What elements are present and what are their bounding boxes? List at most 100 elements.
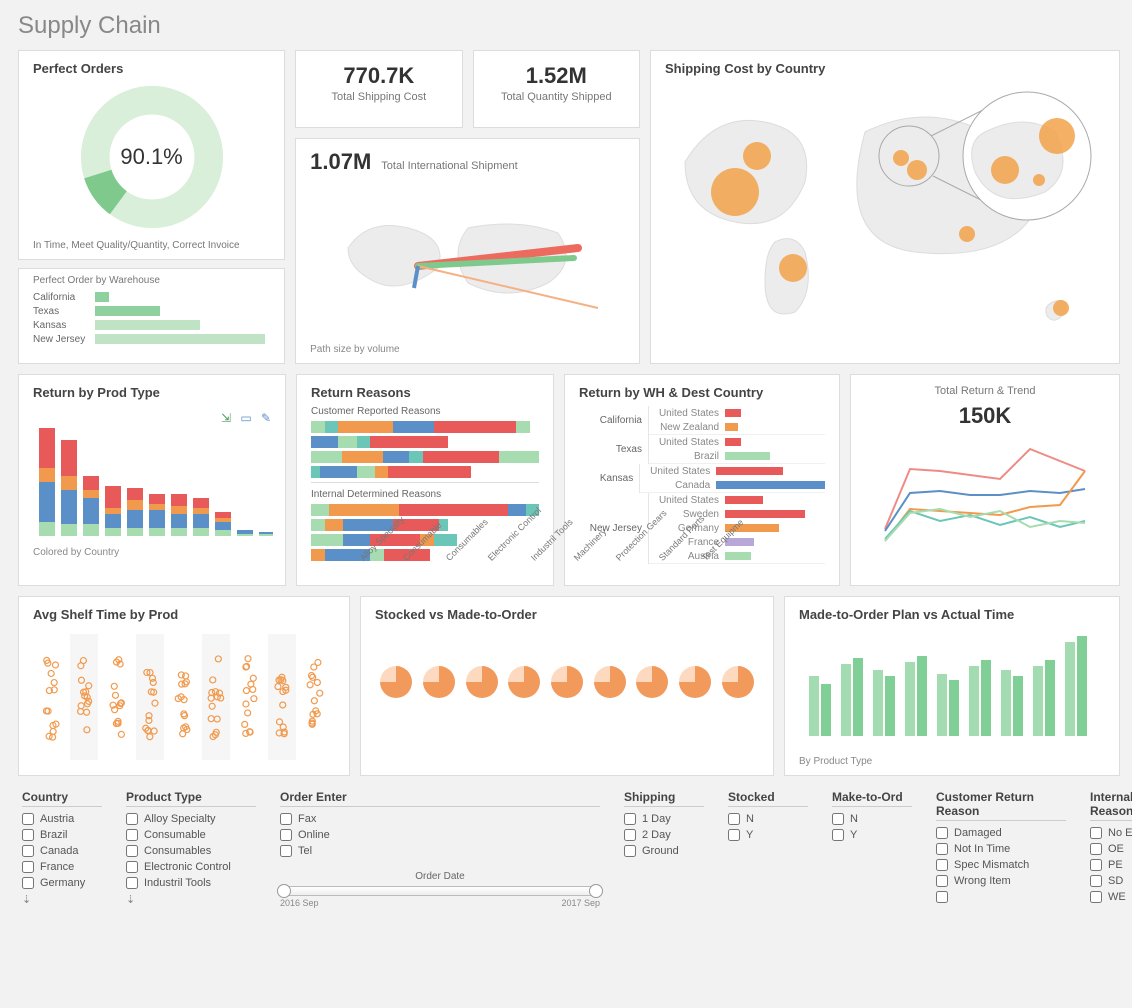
filter-internal-return-reason: Internal Return Reason No ErrorOEPESDWE [1090, 790, 1132, 908]
filter-checkbox[interactable]: Brazil [22, 829, 102, 841]
pie-slice[interactable] [679, 666, 711, 698]
filter-checkbox[interactable] [936, 891, 1066, 903]
int-reason-row[interactable] [311, 504, 539, 516]
dest-row[interactable]: Canada [640, 478, 825, 492]
filter-checkbox[interactable]: Fax [280, 813, 600, 825]
perfect-orders-donut[interactable]: 90.1% [77, 82, 227, 232]
ret-prod-chart[interactable] [33, 406, 273, 544]
filter-checkbox[interactable]: Industril Tools [126, 877, 256, 889]
filter-checkbox[interactable]: Consumable [126, 829, 256, 841]
order-date-slider[interactable]: Order Date 2016 Sep2017 Sep [280, 871, 600, 908]
filter-checkbox[interactable]: Online [280, 829, 600, 841]
cust-reason-row[interactable] [311, 466, 539, 478]
wh-bar-row[interactable]: Kansas [33, 318, 270, 332]
intl-flow-map[interactable] [310, 175, 625, 344]
cust-reason-row[interactable] [311, 451, 539, 463]
stocked-vs-mto-card: Stocked vs Made-to-Order Alloy Specialty… [360, 596, 774, 776]
mto-foot: By Product Type [799, 756, 1105, 767]
filter-checkbox[interactable]: Germany [22, 877, 102, 889]
dest-row[interactable]: United States [649, 493, 825, 507]
filter-checkbox[interactable]: 1 Day [624, 813, 704, 825]
ret-prod-foot: Colored by Country [33, 547, 271, 558]
filter-stocked: Stocked NY [728, 790, 808, 908]
avg-shelf-time-card: Avg Shelf Time by Prod [18, 596, 350, 776]
mto-bar-chart[interactable] [799, 636, 1105, 736]
trend-chart[interactable] [880, 429, 1090, 549]
intl-value: 1.07M [310, 149, 371, 175]
dest-row[interactable]: United States [649, 406, 825, 420]
wh-bar-row[interactable]: New Jersey [33, 332, 270, 346]
trend-title: Total Return & Trend [865, 385, 1105, 397]
filter-checkbox[interactable]: Austria [22, 813, 102, 825]
return-by-prod-type-card: Return by Prod Type ⇲ ▭ ✎ Colored by Cou… [18, 374, 286, 586]
filter-checkbox[interactable]: SD [1090, 875, 1132, 887]
filter-title-mto: Make-to-Ord [832, 790, 912, 807]
filter-checkbox[interactable]: Damaged [936, 827, 1066, 839]
wh-bar-row[interactable]: California [33, 290, 270, 304]
dest-row[interactable]: Brazil [649, 449, 825, 463]
pie-slice[interactable] [722, 666, 754, 698]
edit-icon[interactable]: ✎ [259, 411, 273, 425]
filter-title-ptype: Product Type [126, 790, 256, 807]
filter-title-oenter: Order Enter [280, 790, 600, 807]
kpi-total-shipping-cost: 770.7K Total Shipping Cost [295, 50, 462, 128]
export-icon[interactable]: ⇲ [219, 411, 233, 425]
filter-make-to-ord: Make-to-Ord NY [832, 790, 912, 908]
filter-checkbox[interactable]: Spec Mismatch [936, 859, 1066, 871]
filter-checkbox[interactable]: Wrong Item [936, 875, 1066, 887]
filter-checkbox[interactable]: Not In Time [936, 843, 1066, 855]
kpi-qty-value: 1.52M [488, 63, 625, 89]
filter-checkbox[interactable]: Tel [280, 845, 600, 857]
intl-label: Total International Shipment [381, 160, 517, 172]
filter-checkbox[interactable]: Ground [624, 845, 704, 857]
cust-reason-row[interactable] [311, 436, 539, 448]
filter-checkbox[interactable]: WE [1090, 891, 1132, 903]
dest-row[interactable]: United States [649, 435, 825, 449]
pie-slice[interactable] [380, 666, 412, 698]
filter-customer-return-reason: Customer Return Reason DamagedNot In Tim… [936, 790, 1066, 908]
slider-thumb-start[interactable] [277, 884, 291, 898]
slider-from: 2016 Sep [280, 898, 319, 908]
int-reason-row[interactable] [311, 519, 539, 531]
page-title: Supply Chain [18, 12, 1120, 40]
mto-plan-actual-card: Made-to-Order Plan vs Actual Time By Pro… [784, 596, 1120, 776]
filter-checkbox[interactable]: Consumables [126, 845, 256, 857]
pie-slice[interactable] [466, 666, 498, 698]
pie-slice[interactable] [423, 666, 455, 698]
world-bubble-map[interactable] [665, 82, 1105, 338]
pie-slice[interactable] [636, 666, 668, 698]
filter-checkbox[interactable]: Canada [22, 845, 102, 857]
kpi-ship-cost-value: 770.7K [310, 63, 447, 89]
filter-panel: Country AustriaBrazilCanadaFranceGermany… [18, 790, 1120, 908]
filter-country: Country AustriaBrazilCanadaFranceGermany… [22, 790, 102, 908]
filter-checkbox[interactable]: No Error [1090, 827, 1132, 839]
pie-slice[interactable] [508, 666, 540, 698]
cust-reason-row[interactable] [311, 421, 539, 433]
filter-checkbox[interactable]: OE [1090, 843, 1132, 855]
pie-slice[interactable] [551, 666, 583, 698]
ret-prod-title: Return by Prod Type [33, 385, 271, 400]
filter-checkbox[interactable]: Y [832, 829, 912, 841]
dest-row[interactable]: United States [640, 464, 825, 478]
shelf-chart[interactable] [33, 628, 337, 766]
filter-order-enter: Order Enter Fax Online Tel [280, 790, 600, 857]
cust-reasons-title: Customer Reported Reasons [311, 406, 539, 417]
dest-row[interactable]: New Zealand [649, 420, 825, 434]
filter-checkbox[interactable]: N [832, 813, 912, 825]
perfect-orders-value: 90.1% [77, 82, 227, 232]
pie-slice[interactable] [594, 666, 626, 698]
filter-checkbox[interactable]: N [728, 813, 808, 825]
filter-checkbox[interactable]: PE [1090, 859, 1132, 871]
scroll-down-icon[interactable]: ⇣ [22, 893, 102, 906]
filter-checkbox[interactable]: Alloy Specialty [126, 813, 256, 825]
slider-to: 2017 Sep [561, 898, 600, 908]
wh-bar-row[interactable]: Texas [33, 304, 270, 318]
maximize-icon[interactable]: ▭ [239, 411, 253, 425]
slider-thumb-end[interactable] [589, 884, 603, 898]
scroll-down-icon[interactable]: ⇣ [126, 893, 256, 906]
filter-checkbox[interactable]: Electronic Control [126, 861, 256, 873]
filter-checkbox[interactable]: France [22, 861, 102, 873]
perfect-by-wh-title: Perfect Order by Warehouse [33, 275, 270, 286]
filter-checkbox[interactable]: 2 Day [624, 829, 704, 841]
filter-checkbox[interactable]: Y [728, 829, 808, 841]
